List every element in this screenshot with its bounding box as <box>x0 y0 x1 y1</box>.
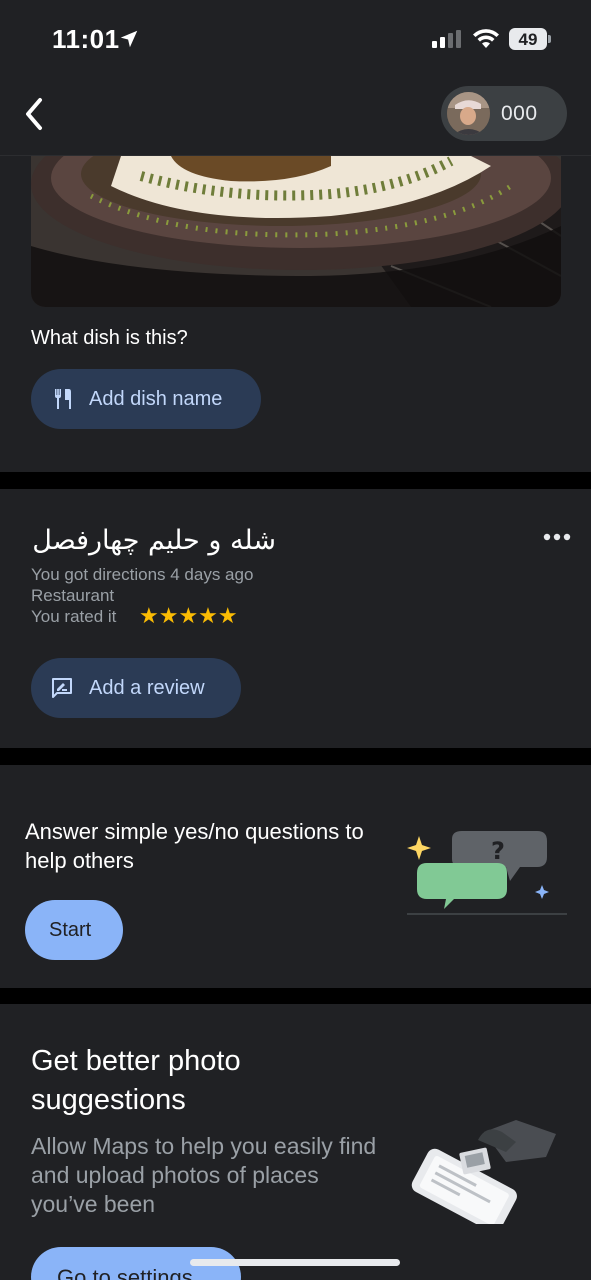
rating-stars: ★★★★★ <box>139 603 238 628</box>
dish-photo <box>31 156 561 307</box>
home-indicator <box>190 1259 400 1266</box>
questions-prompt: Answer simple yes/no questions to help o… <box>25 819 364 873</box>
cellular-signal-icon <box>432 30 461 48</box>
photo-suggestions-body: Allow Maps to help you easily find and u… <box>31 1133 377 1217</box>
points-count: 000 <box>501 102 538 125</box>
restaurant-icon <box>55 389 71 409</box>
avatar <box>447 92 490 135</box>
photo-suggestions-card: Get better photo suggestions Allow Maps … <box>0 1004 591 1280</box>
phone-photos-illustration <box>411 1120 556 1224</box>
clock: 11:01 <box>52 24 120 54</box>
add-dish-name-button[interactable]: Add dish name <box>31 369 261 429</box>
profile-points-chip[interactable]: 000 <box>441 86 567 141</box>
start-button[interactable]: Start <box>25 900 123 960</box>
start-label: Start <box>49 919 92 941</box>
rated-label: You rated it <box>31 607 117 626</box>
add-review-label: Add a review <box>89 677 205 699</box>
battery-percent: 49 <box>518 30 538 49</box>
go-to-settings-label: Go to settings <box>57 1265 193 1280</box>
directions-history: You got directions 4 days ago <box>31 565 254 584</box>
add-dish-label: Add dish name <box>89 388 223 410</box>
add-review-button[interactable]: Add a review <box>31 658 241 718</box>
dish-question: What dish is this? <box>31 327 188 349</box>
top-app-bar: 000 <box>0 80 591 156</box>
wifi-icon <box>473 29 499 48</box>
photo-suggestions-title: Get better photo suggestions <box>31 1045 241 1116</box>
battery-indicator: 49 <box>509 28 551 50</box>
questions-card: Answer simple yes/no questions to help o… <box>0 765 591 988</box>
back-arrow-icon[interactable] <box>18 94 54 134</box>
location-arrow-icon <box>120 30 138 48</box>
place-name[interactable]: شله و حلیم چهارفصل <box>32 525 276 556</box>
place-category: Restaurant <box>31 586 115 605</box>
svg-text:?: ? <box>491 837 505 865</box>
more-options-icon[interactable] <box>542 531 572 543</box>
place-card: شله و حلیم چهارفصل You got directions 4 … <box>0 489 591 748</box>
status-bar: 11:01 49 <box>0 0 591 80</box>
dish-card: What dish is this? Add dish name <box>0 156 591 472</box>
rate-review-icon <box>52 678 72 698</box>
chat-bubbles-illustration: ? <box>407 831 567 915</box>
